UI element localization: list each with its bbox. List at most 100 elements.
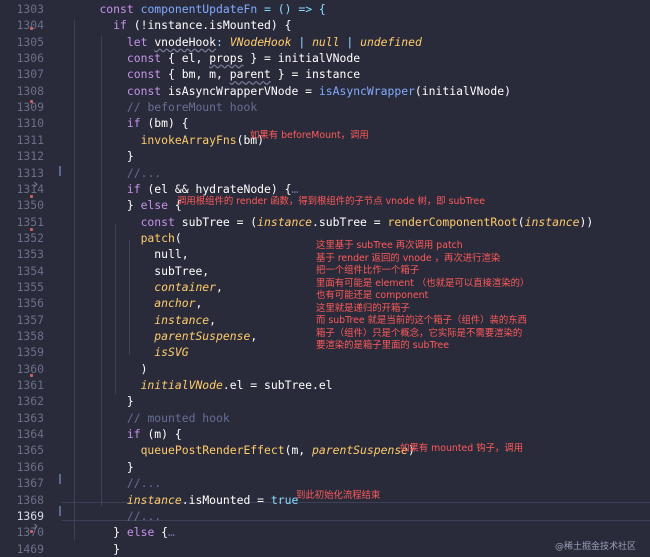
code-text: anchor, bbox=[72, 295, 202, 311]
code-token: const bbox=[99, 2, 134, 16]
code-line[interactable]: 1360 ) bbox=[0, 361, 650, 377]
code-text: } bbox=[72, 393, 134, 409]
fold-chevron-icon[interactable]: › bbox=[32, 519, 39, 533]
code-line[interactable]: 1305 let vnodeHook: VNodeHook | null | u… bbox=[0, 34, 650, 50]
code-token: parentSuspense bbox=[312, 443, 409, 458]
annotation-line: 这里就是递归的开箱子 bbox=[316, 302, 410, 314]
code-token: const bbox=[126, 51, 162, 66]
code-text: null, bbox=[72, 246, 188, 262]
line-number: 1303 bbox=[16, 2, 44, 16]
code-token: anchor bbox=[154, 296, 196, 311]
line-number: 1362 bbox=[16, 394, 44, 409]
code-text: queuePostRenderEffect(m, parentSuspense) bbox=[72, 442, 415, 458]
code-line[interactable]: 1364 if (m) { bbox=[0, 426, 650, 442]
code-token: () => { bbox=[277, 2, 326, 16]
code-line[interactable]: 1365 queuePostRenderEffect(m, parentSusp… bbox=[0, 442, 650, 458]
code-token: const bbox=[126, 83, 162, 98]
code-line[interactable]: 1303 const componentUpdateFn = () => { bbox=[0, 1, 650, 17]
code-token: //... bbox=[126, 165, 162, 180]
code-token: isAsyncWrapperVNode = bbox=[161, 83, 319, 98]
annotation-line: 而 subTree 就是当前的这个箱子（组件）装的东西 bbox=[316, 315, 528, 326]
code-text: instance, bbox=[72, 312, 216, 328]
breakpoint-marker[interactable] bbox=[30, 195, 33, 198]
code-token: (initialVNode) bbox=[414, 83, 511, 98]
annotation-line: 里面有可能是 element （也就是可以直接渲染的） bbox=[316, 277, 530, 289]
annotation-finish: 到此初始化流程结束 bbox=[296, 490, 381, 501]
annotation-patch: 这里基于 subTree 再次调用 patch 基于 render 返回的 vno… bbox=[316, 240, 529, 353]
breakpoint-marker[interactable] bbox=[30, 100, 33, 103]
code-token: // mounted hook bbox=[126, 410, 230, 425]
code-text: const subTree = (instance.subTree = rend… bbox=[72, 214, 594, 230]
code-editor[interactable]: 1303 const componentUpdateFn = () => {13… bbox=[0, 0, 650, 557]
code-token: } bbox=[72, 149, 134, 164]
fold-chevron-icon[interactable]: › bbox=[32, 177, 39, 191]
code-token: instance bbox=[257, 214, 313, 229]
line-number: 1350 bbox=[16, 198, 44, 213]
code-text: const isAsyncWrapperVNode = isAsyncWrapp… bbox=[72, 83, 511, 99]
code-token: if bbox=[126, 181, 141, 196]
line-number: 1311 bbox=[16, 132, 44, 147]
code-line[interactable]: 1306 const { el, props } = initialVNode bbox=[0, 50, 650, 66]
breakpoint-marker[interactable] bbox=[30, 530, 33, 533]
code-line[interactable]: 1351 const subTree = (instance.subTree =… bbox=[0, 214, 650, 230]
code-line[interactable]: 1312 } bbox=[0, 148, 650, 164]
annotation-line: 这里基于 subTree 再次调用 patch bbox=[316, 240, 463, 251]
line-number: 1366 bbox=[16, 459, 44, 474]
code-line[interactable]: 1363 // mounted hook bbox=[0, 410, 650, 426]
code-line[interactable]: 1367 //... bbox=[0, 475, 650, 491]
code-token: , bbox=[209, 312, 217, 327]
breakpoint-marker[interactable] bbox=[30, 374, 33, 377]
code-line[interactable]: 1361 initialVNode.el = subTree.el bbox=[0, 377, 650, 393]
code-text: const { bm, m, parent } = instance bbox=[72, 66, 360, 82]
code-token: } bbox=[72, 198, 141, 213]
code-line[interactable]: 1370 } else {… bbox=[0, 524, 650, 540]
code-line[interactable]: 1309 // beforeMount hook bbox=[0, 99, 650, 115]
code-token: instance bbox=[126, 492, 182, 507]
code-text: invokeArrayFns(bm) bbox=[72, 132, 264, 148]
line-number: 1352 bbox=[16, 230, 44, 245]
code-token: } bbox=[72, 394, 134, 409]
line-number: 1312 bbox=[16, 149, 44, 164]
code-text: if (!instance.isMounted) { bbox=[72, 17, 291, 33]
code-token: } bbox=[72, 525, 127, 540]
code-line[interactable]: 1304 if (!instance.isMounted) { bbox=[0, 17, 650, 33]
annotation-line: 把一个组件比作一个箱子 bbox=[316, 265, 420, 276]
breakpoint-marker[interactable] bbox=[30, 27, 33, 30]
code-text: instance.isMounted = true bbox=[72, 492, 298, 508]
code-token: ) bbox=[72, 361, 148, 376]
code-text: patch( bbox=[72, 230, 182, 246]
breakpoint-marker[interactable] bbox=[30, 228, 33, 231]
line-number: 1305 bbox=[16, 34, 44, 49]
code-text: if (bm) { bbox=[72, 115, 189, 131]
code-line[interactable]: 1308 const isAsyncWrapperVNode = isAsync… bbox=[0, 83, 650, 99]
line-number: 1357 bbox=[16, 312, 44, 327]
code-token: true bbox=[270, 492, 299, 507]
code-text: let vnodeHook: VNodeHook | null | undefi… bbox=[72, 34, 422, 50]
code-token: instance bbox=[154, 312, 210, 327]
code-line[interactable]: 1469 } bbox=[0, 541, 650, 557]
code-token: )) bbox=[579, 214, 594, 229]
code-line[interactable]: 1314 if (el && hydrateNode) {… bbox=[0, 181, 650, 197]
line-number: 1306 bbox=[16, 51, 44, 66]
code-line[interactable]: 1369 //... bbox=[0, 508, 650, 524]
line-number: 1363 bbox=[16, 410, 44, 425]
code-token: subTree, bbox=[72, 263, 210, 278]
code-token: (m, bbox=[284, 443, 313, 458]
code-line[interactable]: 1362 } bbox=[0, 393, 650, 409]
code-line[interactable]: 1307 const { bm, m, parent } = instance bbox=[0, 66, 650, 82]
code-token: else bbox=[126, 525, 155, 540]
code-line[interactable]: 1313 //... bbox=[0, 165, 650, 181]
watermark: @稀土掘金技术社区 bbox=[554, 542, 636, 552]
code-token: , bbox=[216, 279, 223, 294]
code-line[interactable]: 1366 } bbox=[0, 459, 650, 475]
